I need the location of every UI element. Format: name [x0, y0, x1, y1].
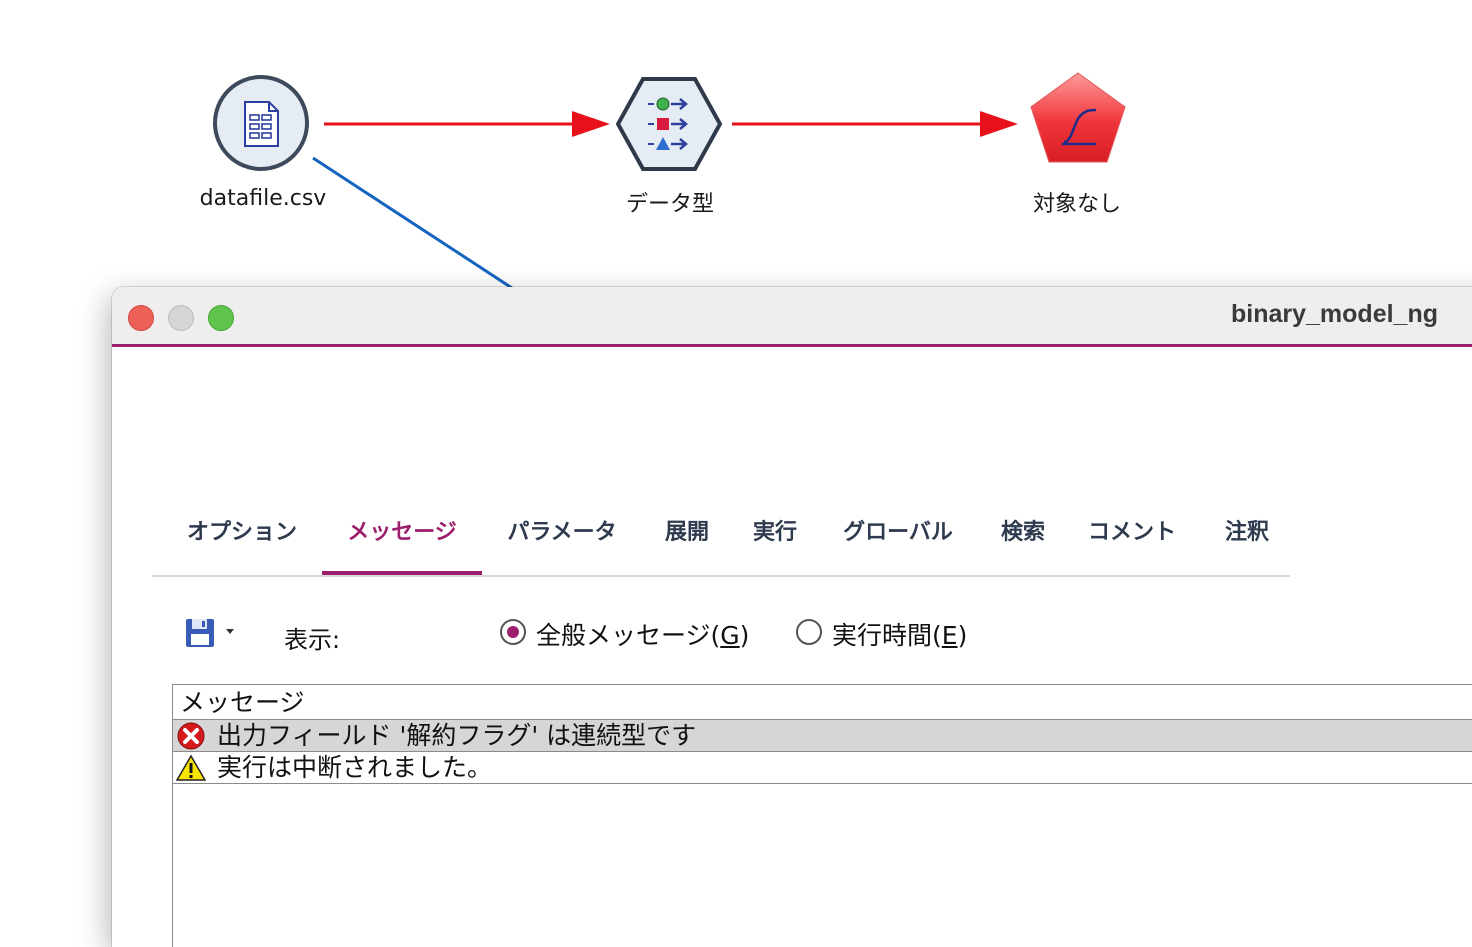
message-text: 実行は中断されました。: [217, 753, 493, 782]
tab-parameters[interactable]: パラメータ: [500, 509, 624, 573]
radio-general-text: 全般メッセージ(: [536, 621, 721, 650]
type-node-label: データ型: [625, 192, 715, 217]
tab-options[interactable]: オプション: [180, 509, 304, 573]
type-node[interactable]: [615, 76, 723, 172]
messages-toolbar: 表示: 全般メッセージ(G) 実行時間(E): [184, 613, 1084, 657]
tab-deploy[interactable]: 展開: [658, 509, 716, 573]
close-window-button[interactable]: [128, 305, 154, 331]
save-menu-button[interactable]: [184, 617, 240, 651]
tab-annotations[interactable]: 注釈: [1218, 509, 1276, 573]
type-node-icon: [615, 77, 723, 171]
minimize-window-button[interactable]: [168, 305, 194, 331]
radio-general-mnemonic: G: [720, 621, 740, 650]
model-nugget-icon: [1030, 72, 1126, 163]
table-row[interactable]: 実行は中断されました。: [173, 752, 1472, 784]
warning-icon: [175, 754, 207, 782]
dialog-titlebar[interactable]: binary_model_ng: [112, 287, 1472, 347]
messages-table[interactable]: メッセージ 出力フィールド '解約フラグ' は連続型です 実行は中断されました。: [172, 684, 1472, 947]
dropdown-arrow-icon: [226, 629, 234, 634]
model-nugget-label: 対象なし: [1032, 192, 1122, 217]
radio-general-messages-label[interactable]: 全般メッセージ(G): [536, 616, 749, 652]
zoom-window-button[interactable]: [208, 305, 234, 331]
tab-comments[interactable]: コメント: [1082, 509, 1182, 573]
tab-execute[interactable]: 実行: [746, 509, 804, 573]
floppy-disk-icon: [186, 619, 234, 647]
source-node-datafile[interactable]: [212, 74, 310, 172]
radio-execution-time-label[interactable]: 実行時間(E): [832, 616, 967, 652]
tab-search[interactable]: 検索: [994, 509, 1052, 573]
messages-column-header[interactable]: メッセージ: [173, 685, 1472, 720]
file-source-icon: [213, 75, 309, 171]
table-row[interactable]: 出力フィールド '解約フラグ' は連続型です: [173, 720, 1472, 752]
tab-bar: オプション メッセージ パラメータ 展開 実行 グローバル 検索 コメント 注釈: [152, 509, 1290, 577]
show-label: 表示:: [284, 626, 341, 654]
radio-execution-time[interactable]: [796, 619, 822, 645]
window-title: binary_model_ng: [1231, 300, 1438, 328]
radio-general-messages[interactable]: [500, 619, 526, 645]
tab-globals[interactable]: グローバル: [836, 509, 960, 573]
tab-messages[interactable]: メッセージ: [322, 509, 482, 575]
radio-exec-text: 実行時間(: [832, 621, 942, 650]
message-text: 出力フィールド '解約フラグ' は連続型です: [217, 721, 697, 750]
radio-exec-mnemonic: E: [941, 621, 958, 650]
model-nugget-node[interactable]: [1028, 70, 1128, 170]
radio-exec-suffix: ): [957, 621, 968, 650]
source-node-label: datafile.csv: [199, 186, 327, 211]
link-line-source-to-dialog: [312, 156, 513, 290]
error-icon: [176, 722, 206, 750]
radio-general-suffix: ): [739, 621, 750, 650]
model-dialog-window: binary_model_ng オプション メッセージ パラメータ 展開 実行 …: [112, 287, 1472, 947]
